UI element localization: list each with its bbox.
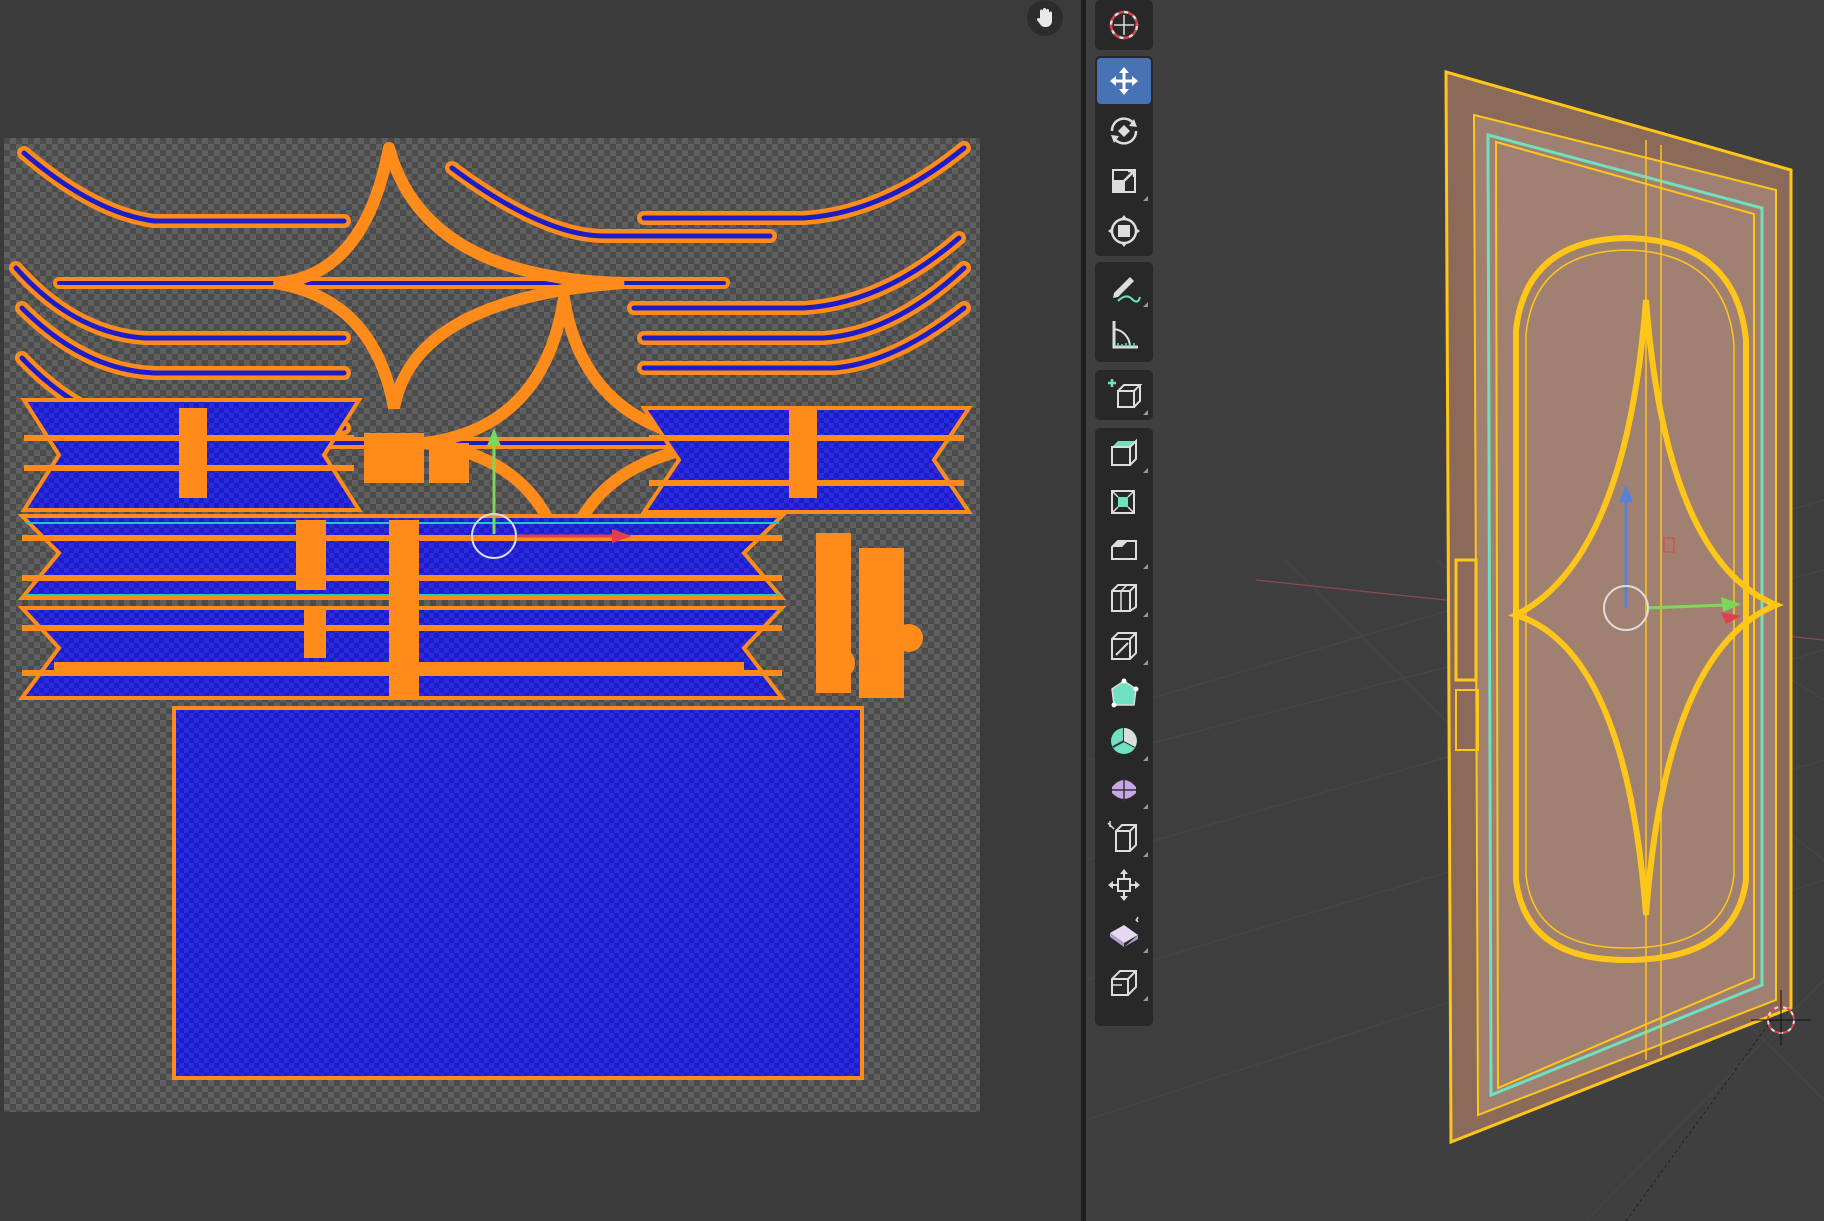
loop-cut-icon	[1111, 584, 1137, 612]
smooth-icon	[1112, 777, 1136, 802]
shear-icon	[1110, 916, 1139, 947]
tool-shrink-fatten[interactable]	[1097, 862, 1151, 908]
poly-build-icon	[1111, 678, 1139, 708]
tool-poly-build[interactable]	[1097, 670, 1151, 716]
tool-add-cube[interactable]	[1097, 372, 1151, 418]
tool-knife[interactable]	[1097, 622, 1151, 668]
toolbar-group-transform	[1095, 56, 1153, 256]
viewport-scene	[1086, 70, 1824, 1221]
tool-annotate[interactable]	[1097, 264, 1151, 310]
annotate-icon	[1113, 277, 1141, 303]
tool-scale[interactable]	[1097, 158, 1151, 204]
shrink-fatten-icon	[1108, 869, 1140, 901]
move-icon	[1110, 67, 1138, 95]
transform-icon	[1108, 215, 1140, 247]
toolbar-group-mesh-tools	[1095, 428, 1153, 1026]
pan-view-button[interactable]	[1027, 0, 1063, 36]
tool-loop-cut[interactable]	[1097, 574, 1151, 620]
toolbar-group-cursor	[1095, 0, 1153, 50]
tool-bevel[interactable]	[1097, 526, 1151, 572]
tool-extrude-region[interactable]	[1097, 430, 1151, 476]
bevel-icon	[1111, 540, 1137, 560]
spin-icon	[1111, 728, 1137, 754]
uv-island-door-panel[interactable]	[172, 706, 864, 1080]
inset-faces-icon	[1111, 490, 1135, 514]
tool-rip-region[interactable]	[1097, 958, 1151, 1004]
tool-smooth[interactable]	[1097, 766, 1151, 812]
toolbar-group-annotate	[1095, 262, 1153, 362]
uv-editor[interactable]	[0, 0, 1081, 1221]
knife-icon	[1111, 632, 1137, 660]
door-mesh[interactable]	[1444, 70, 1793, 1145]
tool-rotate[interactable]	[1097, 108, 1151, 154]
rip-region-icon	[1111, 970, 1137, 996]
3d-viewport[interactable]	[1086, 0, 1824, 1221]
scale-icon	[1112, 169, 1136, 193]
add-cube-icon	[1108, 379, 1143, 408]
cursor-icon	[1109, 10, 1139, 40]
uv-islands[interactable]	[4, 138, 980, 1112]
tool-shear[interactable]	[1097, 910, 1151, 956]
rotate-icon	[1110, 117, 1138, 145]
tool-move[interactable]	[1097, 58, 1151, 104]
tool-spin[interactable]	[1097, 718, 1151, 764]
tool-edge-slide[interactable]	[1097, 814, 1151, 860]
tool-transform[interactable]	[1097, 208, 1151, 254]
tool-cursor[interactable]	[1097, 2, 1151, 48]
edge-slide-icon	[1107, 821, 1137, 852]
hand-pan-icon	[1036, 8, 1052, 27]
tool-inset-faces[interactable]	[1097, 478, 1151, 524]
measure-icon	[1112, 321, 1138, 349]
extrude-region-icon	[1111, 438, 1137, 466]
tool-measure[interactable]	[1097, 312, 1151, 358]
toolbar-group-add	[1095, 370, 1153, 420]
